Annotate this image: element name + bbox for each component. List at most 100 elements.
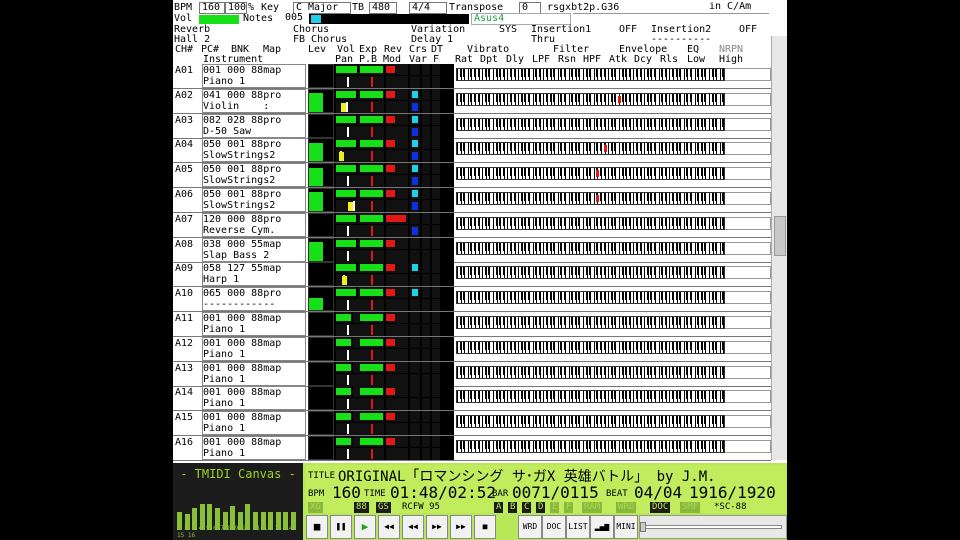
modulation-meter[interactable] bbox=[386, 398, 408, 411]
variation-meter[interactable] bbox=[410, 423, 420, 436]
reverb-meter[interactable] bbox=[386, 436, 408, 447]
variation-meter[interactable] bbox=[410, 373, 420, 386]
pitch-bend-meter[interactable] bbox=[360, 175, 384, 188]
reverb-meter[interactable] bbox=[386, 237, 408, 249]
dt-meter[interactable] bbox=[432, 312, 440, 323]
pan-meter[interactable] bbox=[336, 76, 360, 88]
reverb-meter[interactable] bbox=[386, 88, 408, 100]
list-button[interactable]: LIST bbox=[566, 515, 590, 539]
pan-meter[interactable] bbox=[336, 125, 360, 138]
delay-meter[interactable] bbox=[422, 312, 430, 323]
volume-meter[interactable] bbox=[336, 64, 360, 75]
program-bank-map[interactable]: 065 000 88pro bbox=[202, 287, 306, 300]
expression-meter[interactable] bbox=[360, 336, 384, 348]
reverb-meter[interactable] bbox=[386, 138, 408, 150]
channel-row[interactable]: A11 001 000 88map Piano 1 bbox=[173, 312, 771, 337]
pitch-bend-meter[interactable] bbox=[360, 324, 384, 336]
variation-meter[interactable] bbox=[410, 299, 420, 312]
volume-meter[interactable] bbox=[336, 88, 360, 100]
reverb-meter[interactable] bbox=[386, 163, 408, 175]
instrument-name[interactable]: Piano 1 bbox=[202, 76, 306, 88]
f-meter[interactable] bbox=[432, 398, 440, 411]
modulation-meter[interactable] bbox=[386, 224, 408, 237]
delay-meter[interactable] bbox=[422, 138, 430, 150]
instrument-name[interactable]: Piano 1 bbox=[202, 373, 306, 386]
variation-meter[interactable] bbox=[410, 150, 420, 163]
f-meter[interactable] bbox=[432, 448, 440, 460]
pitch-bend-meter[interactable] bbox=[360, 200, 384, 212]
volume-meter[interactable] bbox=[336, 361, 360, 373]
filter-meter[interactable] bbox=[422, 175, 430, 188]
delay-meter[interactable] bbox=[422, 237, 430, 249]
next-track-button[interactable]: ▶▶ bbox=[450, 515, 472, 539]
instrument-name[interactable]: Reverse Cym. bbox=[202, 224, 306, 237]
pause-button[interactable]: ❚❚ bbox=[330, 515, 352, 539]
modulation-meter[interactable] bbox=[386, 76, 408, 88]
filter-meter[interactable] bbox=[422, 100, 430, 113]
insertion1-state[interactable]: OFF bbox=[619, 24, 637, 36]
f-meter[interactable] bbox=[432, 249, 440, 262]
variation-meter[interactable] bbox=[410, 76, 420, 88]
wrd-button[interactable]: WRD bbox=[518, 515, 542, 539]
volume-meter[interactable] bbox=[336, 312, 360, 323]
volume-meter[interactable] bbox=[336, 436, 360, 447]
delay-meter[interactable] bbox=[422, 88, 430, 100]
program-bank-map[interactable]: 050 001 88pro bbox=[202, 163, 306, 176]
instrument-name[interactable]: Slap Bass 2 bbox=[202, 249, 306, 262]
expression-meter[interactable] bbox=[360, 64, 384, 75]
expression-meter[interactable] bbox=[360, 188, 384, 199]
program-bank-map[interactable]: 050 001 88pro bbox=[202, 188, 306, 200]
program-bank-map[interactable]: 001 000 88map bbox=[202, 336, 306, 349]
prev-track-button[interactable]: ◀◀ bbox=[378, 515, 400, 539]
pitch-bend-meter[interactable] bbox=[360, 423, 384, 436]
variation-meter[interactable] bbox=[410, 125, 420, 138]
rewind-button[interactable]: ◀◀ bbox=[402, 515, 424, 539]
instrument-name[interactable]: Piano 1 bbox=[202, 348, 306, 361]
variation-meter[interactable] bbox=[410, 175, 420, 188]
channel-row[interactable]: A07 120 000 88pro Reverse Cym. bbox=[173, 212, 771, 238]
delay-meter[interactable] bbox=[422, 262, 430, 274]
reverb-meter[interactable] bbox=[386, 262, 408, 274]
vertical-scrollbar[interactable] bbox=[771, 36, 787, 460]
channel-row[interactable]: A12 001 000 88map Piano 1 bbox=[173, 336, 771, 362]
pan-meter[interactable] bbox=[336, 324, 360, 336]
delay-meter[interactable] bbox=[422, 436, 430, 447]
filter-meter[interactable] bbox=[422, 200, 430, 212]
instrument-name[interactable]: Violin : bbox=[202, 100, 306, 113]
pan-meter[interactable] bbox=[336, 249, 360, 262]
expression-meter[interactable] bbox=[360, 262, 384, 274]
program-bank-map[interactable]: 041 000 88pro bbox=[202, 88, 306, 101]
pitch-bend-meter[interactable] bbox=[360, 299, 384, 312]
delay-meter[interactable] bbox=[422, 212, 430, 224]
seek-slider-thumb[interactable] bbox=[640, 522, 646, 532]
variation-meter[interactable] bbox=[410, 224, 420, 237]
modulation-meter[interactable] bbox=[386, 150, 408, 163]
filter-meter[interactable] bbox=[422, 224, 430, 237]
f-meter[interactable] bbox=[432, 423, 440, 436]
pan-meter[interactable] bbox=[336, 274, 360, 287]
channel-row[interactable]: A13 001 000 88map Piano 1 bbox=[173, 361, 771, 387]
reverb-meter[interactable] bbox=[386, 411, 408, 423]
program-bank-map[interactable]: 001 000 88map bbox=[202, 64, 306, 76]
dt-meter[interactable] bbox=[432, 262, 440, 274]
variation-mode[interactable]: SYS bbox=[499, 24, 517, 36]
chorus-meter[interactable] bbox=[410, 336, 420, 348]
volume-meter[interactable] bbox=[336, 262, 360, 274]
dt-meter[interactable] bbox=[432, 237, 440, 249]
dt-meter[interactable] bbox=[432, 411, 440, 423]
channel-row[interactable]: A14 001 000 88map Piano 1 bbox=[173, 386, 771, 412]
delay-meter[interactable] bbox=[422, 336, 430, 348]
chorus-meter[interactable] bbox=[410, 212, 420, 224]
variation-meter[interactable] bbox=[410, 274, 420, 287]
program-bank-map[interactable]: 038 000 55map bbox=[202, 237, 306, 250]
reverb-meter[interactable] bbox=[386, 312, 408, 323]
program-bank-map[interactable]: 050 001 88pro bbox=[202, 138, 306, 151]
chorus-meter[interactable] bbox=[410, 188, 420, 199]
expression-meter[interactable] bbox=[360, 312, 384, 323]
expression-meter[interactable] bbox=[360, 163, 384, 175]
program-bank-map[interactable]: 082 028 88pro bbox=[202, 113, 306, 126]
instrument-name[interactable]: ------------ bbox=[202, 299, 306, 312]
f-meter[interactable] bbox=[432, 274, 440, 287]
program-bank-map[interactable]: 001 000 88map bbox=[202, 312, 306, 324]
f-meter[interactable] bbox=[432, 125, 440, 138]
